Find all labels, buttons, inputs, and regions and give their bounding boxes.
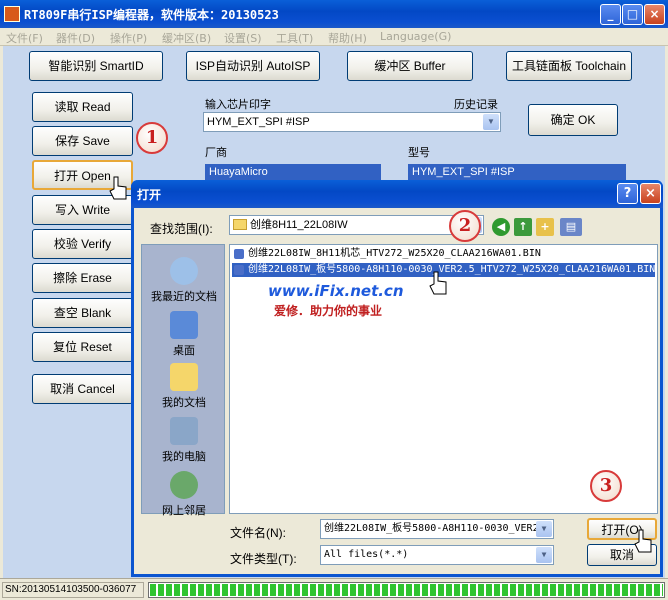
filename-combo[interactable]: 创维22L08IW_板号5800-A8H110-0030_VER2. ▼ (320, 519, 554, 539)
view-menu-icon[interactable]: ▤ (560, 218, 582, 236)
dialog-title: 打开 (137, 188, 162, 202)
dialog-close-button[interactable]: × (640, 183, 661, 204)
filetype-combo[interactable]: All files(*.*) ▼ (320, 545, 554, 565)
up-folder-icon[interactable]: ↑ (514, 218, 532, 236)
model-field[interactable]: HYM_EXT_SPI #ISP (408, 164, 626, 180)
model-label: 型号 (408, 147, 430, 159)
hand-cursor-icon (634, 529, 652, 553)
menu-device[interactable]: 器件(D) (56, 30, 95, 46)
place-network[interactable]: 网上邻居 (142, 471, 226, 518)
hand-cursor-icon (429, 271, 447, 295)
place-my-documents-label: 我的文档 (162, 396, 206, 409)
close-button[interactable]: × (644, 4, 665, 25)
place-recent-label: 我最近的文档 (151, 290, 217, 303)
window-title: RT809F串行ISP编程器，软件版本：20130523 (24, 8, 279, 22)
menu-language[interactable]: Language(G) (380, 30, 451, 43)
file-item[interactable]: 创维22L08IW_8H11机芯_HTV272_W25X20_CLAA216WA… (232, 247, 541, 261)
my-computer-icon (170, 417, 198, 445)
look-in-combo[interactable]: 创维8H11_22L08IW ▼ (229, 215, 484, 235)
erase-button[interactable]: 擦除 Erase (32, 263, 133, 293)
place-recent[interactable]: 我最近的文档 (142, 257, 226, 304)
minimize-button[interactable]: _ (600, 4, 621, 25)
cancel-button[interactable]: 取消 Cancel (32, 374, 133, 404)
file-icon (234, 249, 244, 259)
place-network-label: 网上邻居 (162, 504, 206, 517)
back-icon[interactable]: ◀ (492, 218, 510, 236)
desktop-icon (170, 311, 198, 339)
smartid-button[interactable]: 智能识别 SmartID (29, 51, 163, 81)
places-bar: 我最近的文档 桌面 我的文档 我的电脑 网上邻居 (141, 244, 226, 517)
main-title-bar: RT809F串行ISP编程器，软件版本：20130523 _ □ × (0, 0, 668, 28)
menu-operation[interactable]: 操作(P) (110, 30, 147, 46)
reset-button[interactable]: 复位 Reset (32, 332, 133, 362)
menu-tools[interactable]: 工具(T) (276, 30, 313, 46)
look-in-label: 查找范围(I): (150, 222, 213, 236)
folder-icon (233, 219, 247, 230)
dialog-title-bar: 打开 ? × (131, 180, 663, 208)
blank-check-button[interactable]: 查空 Blank (32, 298, 133, 328)
watermark-url: www.iFix.net.cn (268, 282, 404, 300)
filetype-value: All files(*.*) (324, 549, 409, 560)
file-icon (234, 265, 244, 275)
chevron-down-icon[interactable]: ▼ (483, 114, 499, 130)
progress-fill (150, 584, 663, 596)
help-button[interactable]: ? (617, 183, 638, 204)
menu-buffer[interactable]: 缓冲区(B) (162, 30, 211, 46)
hand-cursor-icon (109, 176, 127, 200)
filetype-label: 文件类型(T): (230, 552, 297, 566)
progress-bar (148, 582, 665, 598)
file-item-name: 创维22L08IW_板号5800-A8H110-0030_VER2.5_HTV2… (248, 264, 656, 275)
status-bar: SN:20130514103500-036077 (0, 578, 668, 600)
chevron-down-icon[interactable]: ▼ (536, 521, 552, 537)
callout-3: 3 (590, 470, 622, 502)
chip-input-label: 输入芯片印字 (205, 99, 271, 111)
autoisp-button[interactable]: ISP自动识别 AutoISP (186, 51, 320, 81)
menu-settings[interactable]: 设置(S) (224, 30, 262, 46)
buffer-button[interactable]: 缓冲区 Buffer (347, 51, 473, 81)
callout-2: 2 (449, 210, 481, 242)
filename-label: 文件名(N): (230, 526, 286, 540)
open-dialog: 打开 ? × 查找范围(I): 创维8H11_22L08IW ▼ ◀ ↑ + ▤… (131, 180, 663, 577)
maximize-button[interactable]: □ (622, 4, 643, 25)
history-label: 历史记录 (454, 99, 498, 111)
menu-bar: 文件(F) 器件(D) 操作(P) 缓冲区(B) 设置(S) 工具(T) 帮助(… (0, 28, 668, 46)
place-desktop[interactable]: 桌面 (142, 311, 226, 358)
look-in-value: 创维8H11_22L08IW (250, 219, 348, 231)
recent-documents-icon (170, 257, 198, 285)
my-documents-icon (170, 363, 198, 391)
confirm-ok-button[interactable]: 确定 OK (528, 104, 618, 136)
callout-1: 1 (136, 122, 168, 154)
save-button[interactable]: 保存 Save (32, 126, 133, 156)
chip-combo-value: HYM_EXT_SPI #ISP (207, 116, 310, 128)
place-my-computer[interactable]: 我的电脑 (142, 417, 226, 464)
toolchain-button[interactable]: 工具链面板 Toolchain (506, 51, 632, 81)
place-my-documents[interactable]: 我的文档 (142, 363, 226, 410)
file-item-name: 创维22L08IW_8H11机芯_HTV272_W25X20_CLAA216WA… (248, 248, 541, 259)
chip-combo[interactable]: HYM_EXT_SPI #ISP ▼ (203, 112, 501, 132)
vendor-field[interactable]: HuayaMicro (205, 164, 381, 180)
chevron-down-icon[interactable]: ▼ (536, 547, 552, 563)
serial-number: SN:20130514103500-036077 (2, 582, 144, 598)
watermark-slogan: 爱修．助力你的事业 (274, 304, 383, 318)
menu-file[interactable]: 文件(F) (6, 30, 43, 46)
place-my-computer-label: 我的电脑 (162, 450, 206, 463)
vendor-label: 厂商 (205, 147, 227, 159)
app-icon (4, 6, 20, 22)
read-button[interactable]: 读取 Read (32, 92, 133, 122)
place-desktop-label: 桌面 (173, 344, 195, 357)
menu-help[interactable]: 帮助(H) (328, 30, 367, 46)
network-places-icon (170, 471, 198, 499)
new-folder-icon[interactable]: + (536, 218, 554, 236)
filename-value: 创维22L08IW_板号5800-A8H110-0030_VER2. (324, 523, 545, 534)
verify-button[interactable]: 校验 Verify (32, 229, 133, 259)
